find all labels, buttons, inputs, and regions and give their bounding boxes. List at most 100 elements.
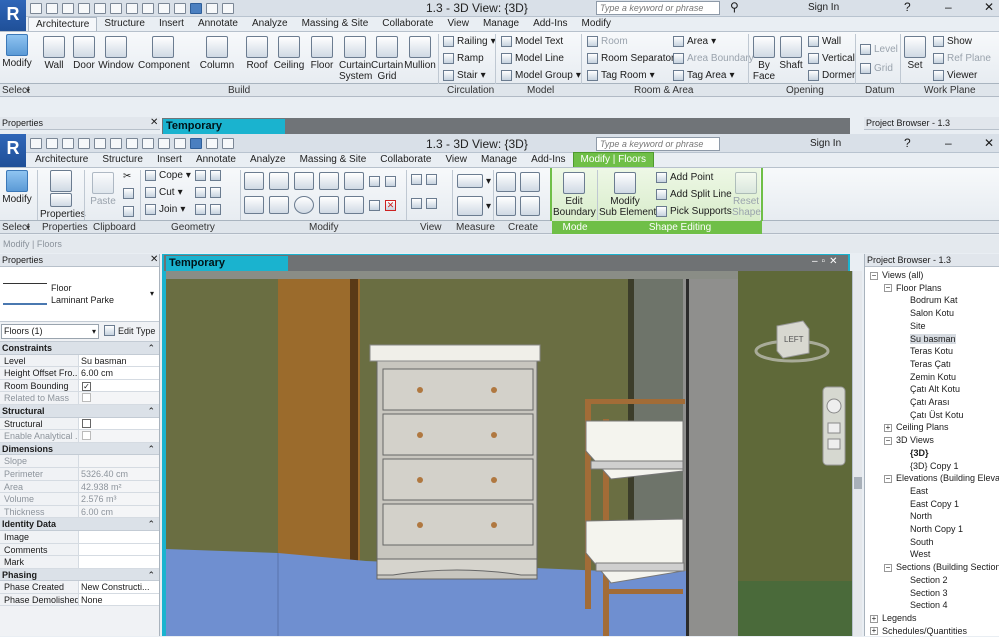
property-group-header[interactable]: Constraints bbox=[0, 342, 159, 355]
property-checkbox[interactable] bbox=[82, 393, 91, 403]
array-icon[interactable] bbox=[344, 196, 364, 214]
area-button[interactable]: Area ▾ bbox=[673, 36, 716, 47]
add-split-line-button[interactable]: Add Split Line bbox=[656, 189, 732, 200]
tab-annotate[interactable]: Annotate bbox=[191, 17, 245, 31]
expand-icon[interactable]: + bbox=[870, 614, 878, 623]
modify-button[interactable]: Modify bbox=[2, 34, 32, 69]
cut-geometry-button[interactable]: Cut ▾ bbox=[145, 187, 183, 198]
unpin-icon[interactable] bbox=[385, 175, 396, 187]
property-group-header[interactable]: Identity Data bbox=[0, 518, 159, 531]
wall-opening-button[interactable]: Wall bbox=[808, 36, 841, 47]
level-button[interactable]: Level bbox=[860, 44, 898, 55]
active-minimize-icon[interactable]: – bbox=[945, 136, 952, 150]
paint-view-icon[interactable] bbox=[426, 198, 437, 209]
type-selector[interactable]: Floor Laminant Parke ▾ bbox=[0, 267, 159, 322]
property-value[interactable] bbox=[79, 417, 159, 430]
undo-icon[interactable] bbox=[78, 138, 90, 149]
property-group-header[interactable]: Dimensions bbox=[0, 442, 159, 456]
browser-item[interactable]: {3D} bbox=[870, 447, 999, 460]
hide-lightbulb-icon[interactable] bbox=[411, 174, 422, 185]
tab-modify-floors[interactable]: Modify | Floors bbox=[572, 152, 654, 168]
door-button[interactable]: Door bbox=[70, 36, 98, 71]
search-input[interactable]: Type a keyword or phrase bbox=[596, 1, 720, 15]
tag-area-button[interactable]: Tag Area ▾ bbox=[673, 70, 735, 81]
print-icon[interactable] bbox=[110, 3, 122, 14]
ramp-button[interactable]: Ramp bbox=[443, 53, 484, 64]
trim-icon[interactable] bbox=[319, 196, 339, 214]
tab-manage[interactable]: Manage bbox=[474, 153, 524, 167]
tab-analyze[interactable]: Analyze bbox=[243, 153, 293, 167]
railing-button[interactable]: Railing ▾ bbox=[443, 36, 496, 47]
wall-button[interactable]: Wall bbox=[40, 36, 68, 71]
browser-item[interactable]: + Schedules/Quantities bbox=[870, 625, 999, 637]
component-button[interactable]: Component bbox=[138, 36, 190, 71]
save-icon[interactable] bbox=[46, 3, 58, 14]
browser-item[interactable]: Zemin Kotu bbox=[870, 371, 999, 384]
collapse-icon[interactable]: − bbox=[884, 563, 892, 572]
sync-icon[interactable] bbox=[62, 3, 74, 14]
delete-icon[interactable]: ✕ bbox=[385, 199, 396, 211]
close-icon[interactable]: ✕ bbox=[984, 0, 994, 14]
cut-clip-icon[interactable]: ✂ bbox=[123, 170, 137, 183]
open-icon[interactable] bbox=[30, 138, 42, 149]
ceiling-button[interactable]: Ceiling bbox=[273, 36, 305, 71]
property-value[interactable]: Su basman bbox=[79, 354, 159, 367]
shaft-button[interactable]: Shaft bbox=[778, 36, 804, 71]
tab-modify[interactable]: Modify bbox=[575, 17, 618, 31]
wall-joins-icon[interactable] bbox=[195, 204, 206, 215]
stair-button[interactable]: Stair ▾ bbox=[443, 70, 486, 81]
linework-icon[interactable] bbox=[411, 198, 422, 209]
room-button[interactable]: Room bbox=[587, 36, 628, 47]
create-similar-icon[interactable] bbox=[520, 196, 540, 216]
tab-insert[interactable]: Insert bbox=[150, 153, 189, 167]
demolish-icon[interactable] bbox=[210, 187, 221, 198]
section-icon[interactable] bbox=[174, 138, 186, 149]
section-icon[interactable] bbox=[174, 3, 186, 14]
3d-view-icon[interactable] bbox=[158, 3, 170, 14]
browser-item[interactable]: Section 2 bbox=[870, 574, 999, 587]
viewer-button[interactable]: Viewer bbox=[933, 70, 977, 81]
property-value[interactable]: 6.00 cm bbox=[79, 367, 159, 379]
pick-supports-button[interactable]: Pick Supports bbox=[656, 206, 732, 217]
collapse-icon[interactable]: − bbox=[884, 284, 892, 293]
browser-item[interactable]: South bbox=[870, 536, 999, 549]
mirror-axis-icon[interactable] bbox=[294, 172, 314, 190]
browser-item[interactable]: + Ceiling Plans bbox=[870, 421, 999, 434]
browser-item[interactable]: Çatı Alt Kotu bbox=[870, 383, 999, 396]
zoom-icon[interactable] bbox=[827, 422, 841, 434]
measure-icon[interactable] bbox=[126, 138, 138, 149]
tab-insert[interactable]: Insert bbox=[152, 17, 191, 31]
tab-view[interactable]: View bbox=[440, 17, 476, 31]
edit-boundary-button[interactable]: Edit Boundary bbox=[553, 172, 596, 218]
tab-structure[interactable]: Structure bbox=[95, 153, 150, 167]
tab-add-ins[interactable]: Add-Ins bbox=[524, 153, 572, 167]
save-icon[interactable] bbox=[46, 138, 58, 149]
property-value[interactable] bbox=[79, 543, 159, 556]
remove-paint-icon[interactable] bbox=[210, 204, 221, 215]
modify-button[interactable]: Modify bbox=[2, 170, 32, 205]
tab-annotate[interactable]: Annotate bbox=[189, 153, 243, 167]
tab-architecture[interactable]: Architecture bbox=[28, 153, 95, 167]
active-sign-in-button[interactable]: Sign In bbox=[810, 138, 841, 149]
browser-item[interactable]: −Elevations (Building Elevation) bbox=[870, 472, 999, 485]
top-properties-close-icon[interactable]: ✕ bbox=[150, 117, 158, 128]
modify-sub-elements-button[interactable]: Modify Sub Elements bbox=[599, 172, 661, 218]
properties-close-icon[interactable]: ✕ bbox=[150, 254, 158, 265]
scale-icon[interactable] bbox=[369, 199, 380, 211]
close-hidden-icon[interactable] bbox=[206, 3, 218, 14]
paste-button[interactable]: Paste bbox=[88, 172, 118, 207]
type-dropdown-icon[interactable]: ▾ bbox=[150, 289, 154, 298]
join-button[interactable]: Join ▾ bbox=[145, 204, 185, 215]
browser-item[interactable]: Teras Çatı bbox=[870, 358, 999, 371]
expand-icon[interactable]: + bbox=[870, 627, 878, 636]
ref-plane-button[interactable]: Ref Plane bbox=[933, 53, 991, 64]
property-checkbox[interactable]: ✓ bbox=[82, 381, 91, 391]
override-icon[interactable] bbox=[426, 174, 437, 185]
split-element-icon[interactable] bbox=[344, 172, 364, 190]
create-parts-icon[interactable] bbox=[520, 172, 540, 192]
property-value[interactable]: ✓ bbox=[79, 379, 159, 392]
close-hidden-icon[interactable] bbox=[206, 138, 218, 149]
curtain-system-button[interactable]: Curtain System bbox=[339, 36, 372, 82]
model-group-button[interactable]: Model Group ▾ bbox=[501, 70, 581, 81]
text-icon[interactable] bbox=[142, 3, 154, 14]
